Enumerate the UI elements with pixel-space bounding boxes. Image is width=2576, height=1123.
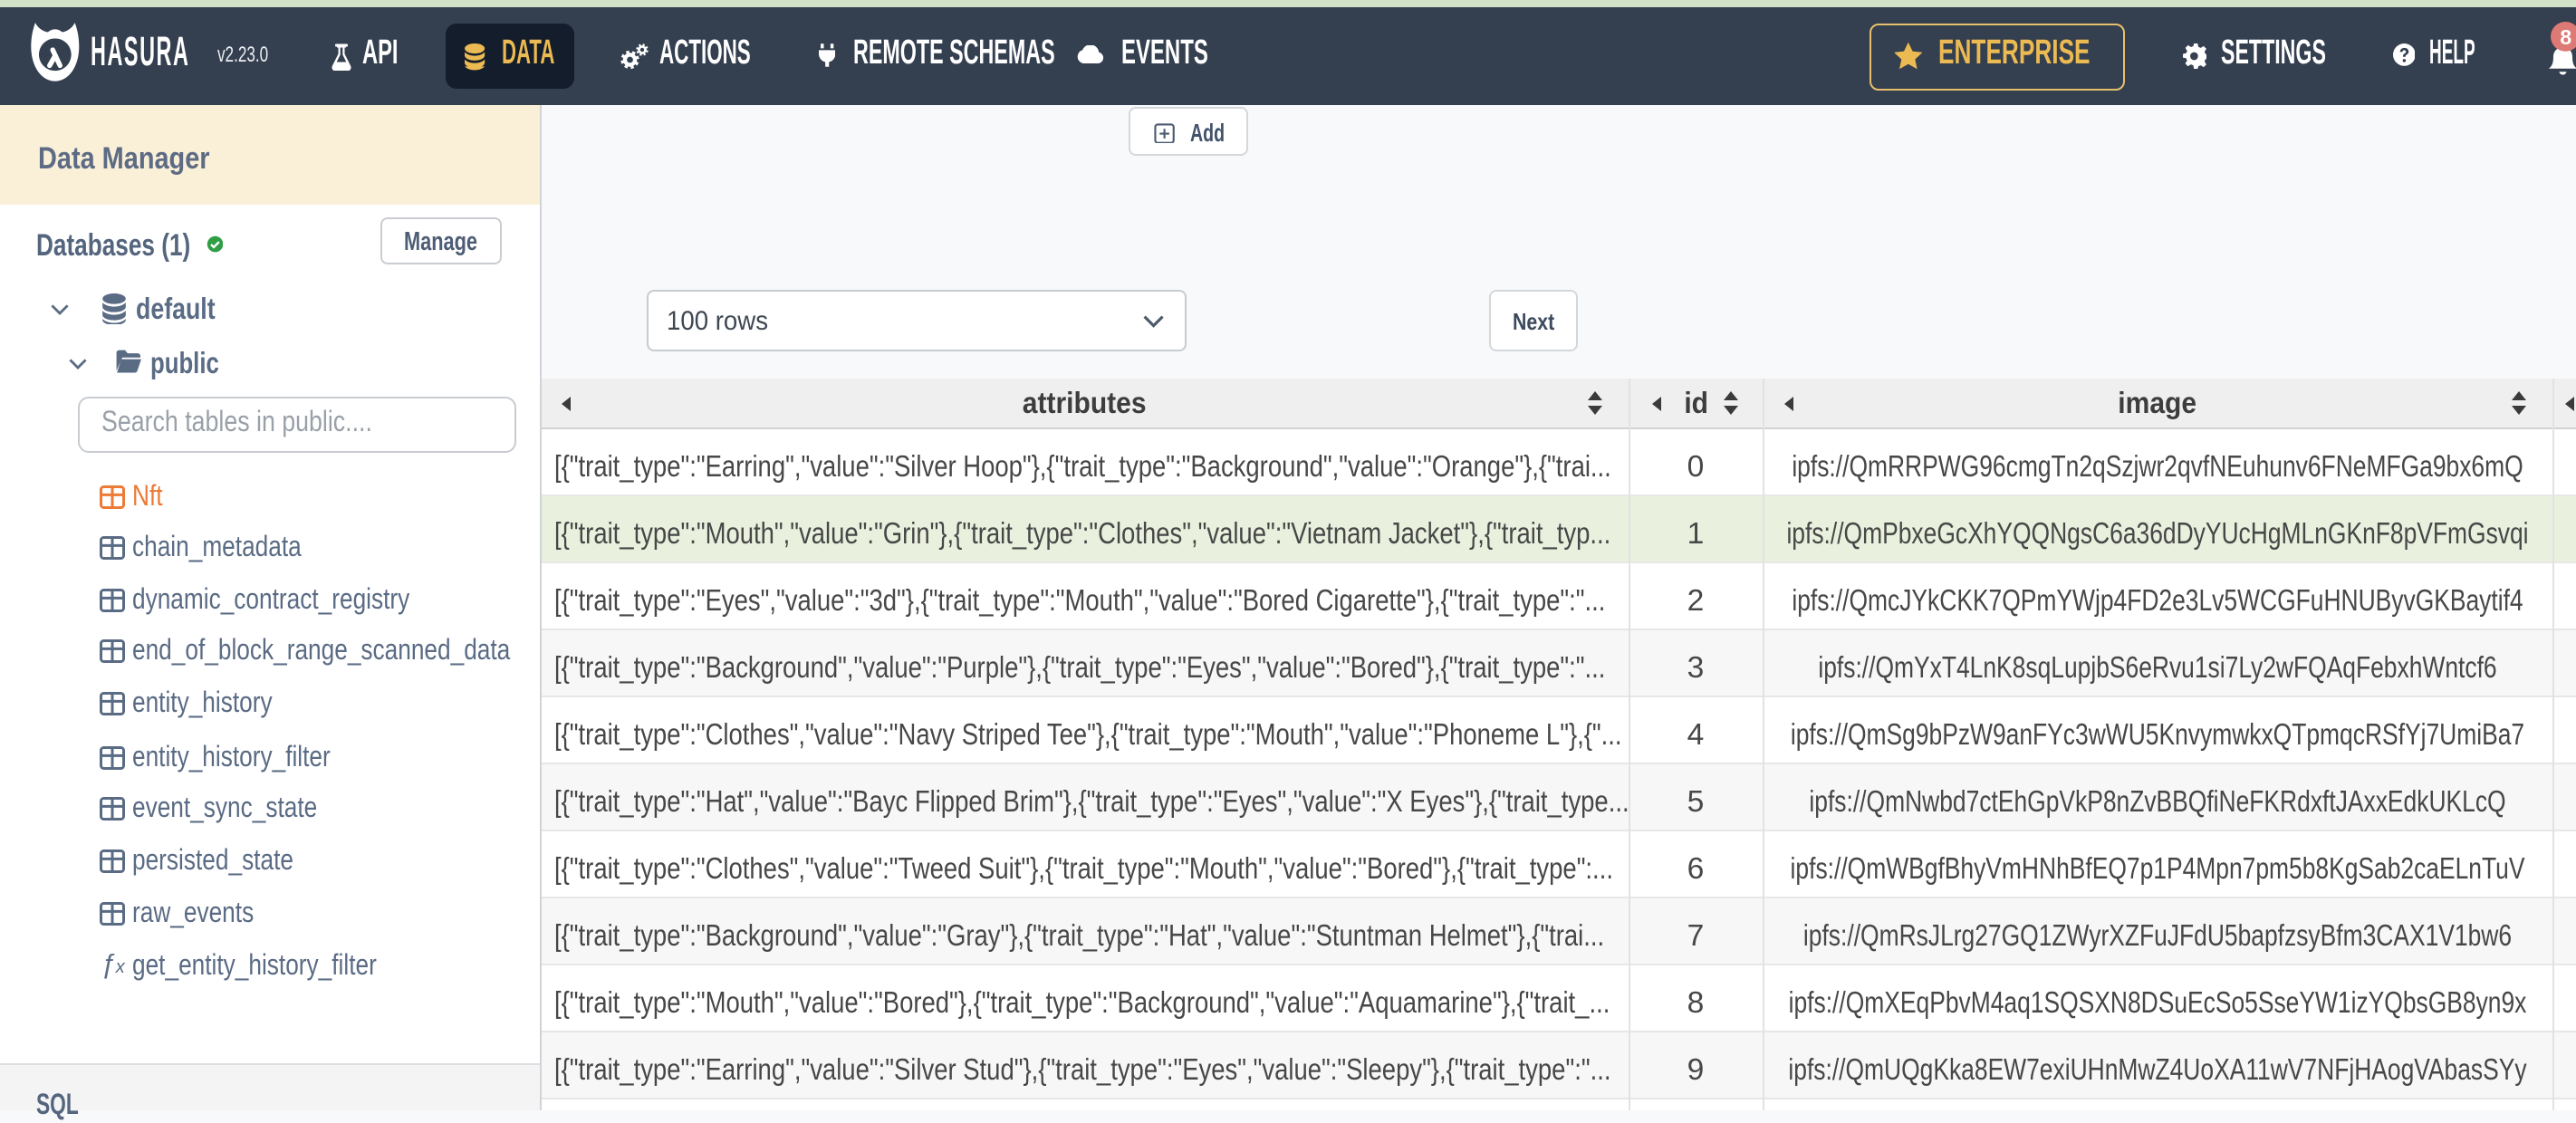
- svg-text:8: 8: [2561, 26, 2572, 50]
